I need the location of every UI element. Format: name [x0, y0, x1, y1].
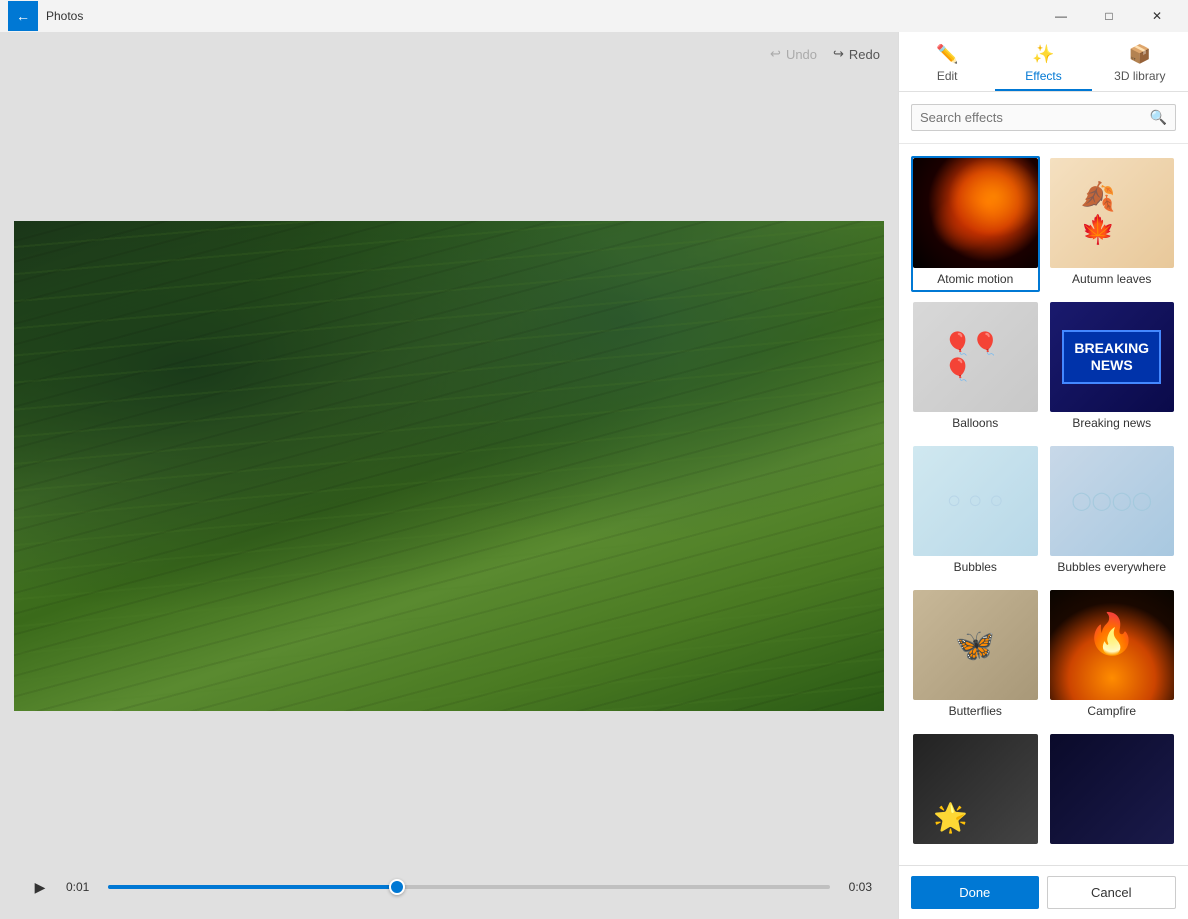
effect-atomic-motion[interactable]: Atomic motion [911, 156, 1040, 292]
video-preview [14, 221, 884, 711]
maximize-button[interactable]: □ [1086, 0, 1132, 32]
effect-thumbnail-breaking-news: BREAKINGNEWS [1050, 302, 1175, 412]
undo-icon: ↩ [770, 46, 781, 62]
tab-3dlibrary[interactable]: 📦 3D library [1092, 32, 1188, 91]
end-time: 0:03 [842, 880, 872, 894]
toolbar: ↩ Undo ↪ Redo [10, 42, 888, 70]
tab-effects[interactable]: ✨ Effects [995, 32, 1091, 91]
back-button[interactable]: ← [8, 1, 38, 31]
effect-thumbnail-campfire [1050, 590, 1175, 700]
effect-thumbnail-partial1 [913, 734, 1038, 844]
timeline-container: ▶ 0:01 0:03 [10, 861, 888, 909]
effect-partial1[interactable] [911, 732, 1040, 854]
back-icon: ← [16, 8, 30, 24]
video-frame [14, 221, 884, 711]
cancel-button[interactable]: Cancel [1047, 876, 1177, 909]
tab-3dlibrary-label: 3D library [1114, 69, 1165, 83]
effect-thumbnail-partial2 [1050, 734, 1175, 844]
3dlibrary-icon: 📦 [1129, 44, 1151, 65]
effects-grid: Atomic motion Autumn leaves Balloons BRE… [899, 144, 1188, 865]
effect-thumbnail-balloons [913, 302, 1038, 412]
effect-partial2[interactable] [1048, 732, 1177, 854]
effect-label-bubbles: Bubbles [913, 556, 1038, 578]
effect-label-partial2 [1050, 844, 1175, 852]
effect-thumbnail-bubbles [913, 446, 1038, 556]
effect-thumbnail-atomic-motion [913, 158, 1038, 268]
undo-button[interactable]: ↩ Undo [770, 46, 817, 62]
timeline-thumb[interactable] [389, 879, 405, 895]
effect-campfire[interactable]: Campfire [1048, 588, 1177, 724]
effect-label-partial1 [913, 844, 1038, 852]
effect-thumbnail-autumn-leaves [1050, 158, 1175, 268]
redo-button[interactable]: ↪ Redo [833, 46, 880, 62]
effect-label-balloons: Balloons [913, 412, 1038, 434]
search-box: 🔍 [911, 104, 1176, 131]
play-button[interactable]: ▶ [26, 873, 54, 901]
search-icon: 🔍 [1150, 109, 1167, 126]
effect-thumbnail-butterflies [913, 590, 1038, 700]
timeline-controls: ▶ 0:01 0:03 [26, 873, 872, 901]
effect-label-autumn-leaves: Autumn leaves [1050, 268, 1175, 290]
effect-breaking-news[interactable]: BREAKINGNEWS Breaking news [1048, 300, 1177, 436]
effect-label-butterflies: Butterflies [913, 700, 1038, 722]
effects-icon: ✨ [1032, 44, 1054, 65]
panel-bottom: Done Cancel [899, 865, 1188, 919]
play-icon: ▶ [35, 879, 46, 896]
effect-autumn-leaves[interactable]: Autumn leaves [1048, 156, 1177, 292]
right-panel: ✏️ Edit ✨ Effects 📦 3D library 🔍 [898, 32, 1188, 919]
redo-icon: ↪ [833, 46, 844, 62]
effect-bubbles[interactable]: Bubbles [911, 444, 1040, 580]
effect-butterflies[interactable]: Butterflies [911, 588, 1040, 724]
timeline-progress [108, 885, 397, 889]
done-button[interactable]: Done [911, 876, 1039, 909]
effect-thumbnail-bubbles-everywhere [1050, 446, 1175, 556]
current-time: 0:01 [66, 880, 96, 894]
effect-bubbles-everywhere[interactable]: Bubbles everywhere [1048, 444, 1177, 580]
breaking-news-text: BREAKINGNEWS [1062, 330, 1161, 384]
edit-icon: ✏️ [936, 44, 958, 65]
tab-effects-label: Effects [1025, 69, 1061, 83]
app-title: Photos [46, 9, 1038, 23]
minimize-button[interactable]: — [1038, 0, 1084, 32]
tab-edit[interactable]: ✏️ Edit [899, 32, 995, 91]
panel-tabs: ✏️ Edit ✨ Effects 📦 3D library [899, 32, 1188, 92]
video-container [10, 70, 888, 861]
effect-label-breaking-news: Breaking news [1050, 412, 1175, 434]
timeline-background [108, 885, 830, 889]
tab-edit-label: Edit [937, 69, 958, 83]
search-input[interactable] [920, 110, 1150, 125]
search-container: 🔍 [899, 92, 1188, 144]
effect-label-atomic-motion: Atomic motion [913, 268, 1038, 290]
timeline-track[interactable] [108, 877, 830, 897]
left-panel: ↩ Undo ↪ Redo ▶ 0:01 [0, 32, 898, 919]
titlebar: ← Photos — □ ✕ [0, 0, 1188, 32]
effect-label-bubbles-everywhere: Bubbles everywhere [1050, 556, 1175, 578]
close-button[interactable]: ✕ [1134, 0, 1180, 32]
window-controls: — □ ✕ [1038, 0, 1180, 32]
effect-label-campfire: Campfire [1050, 700, 1175, 722]
main-container: ↩ Undo ↪ Redo ▶ 0:01 [0, 32, 1188, 919]
effect-balloons[interactable]: Balloons [911, 300, 1040, 436]
